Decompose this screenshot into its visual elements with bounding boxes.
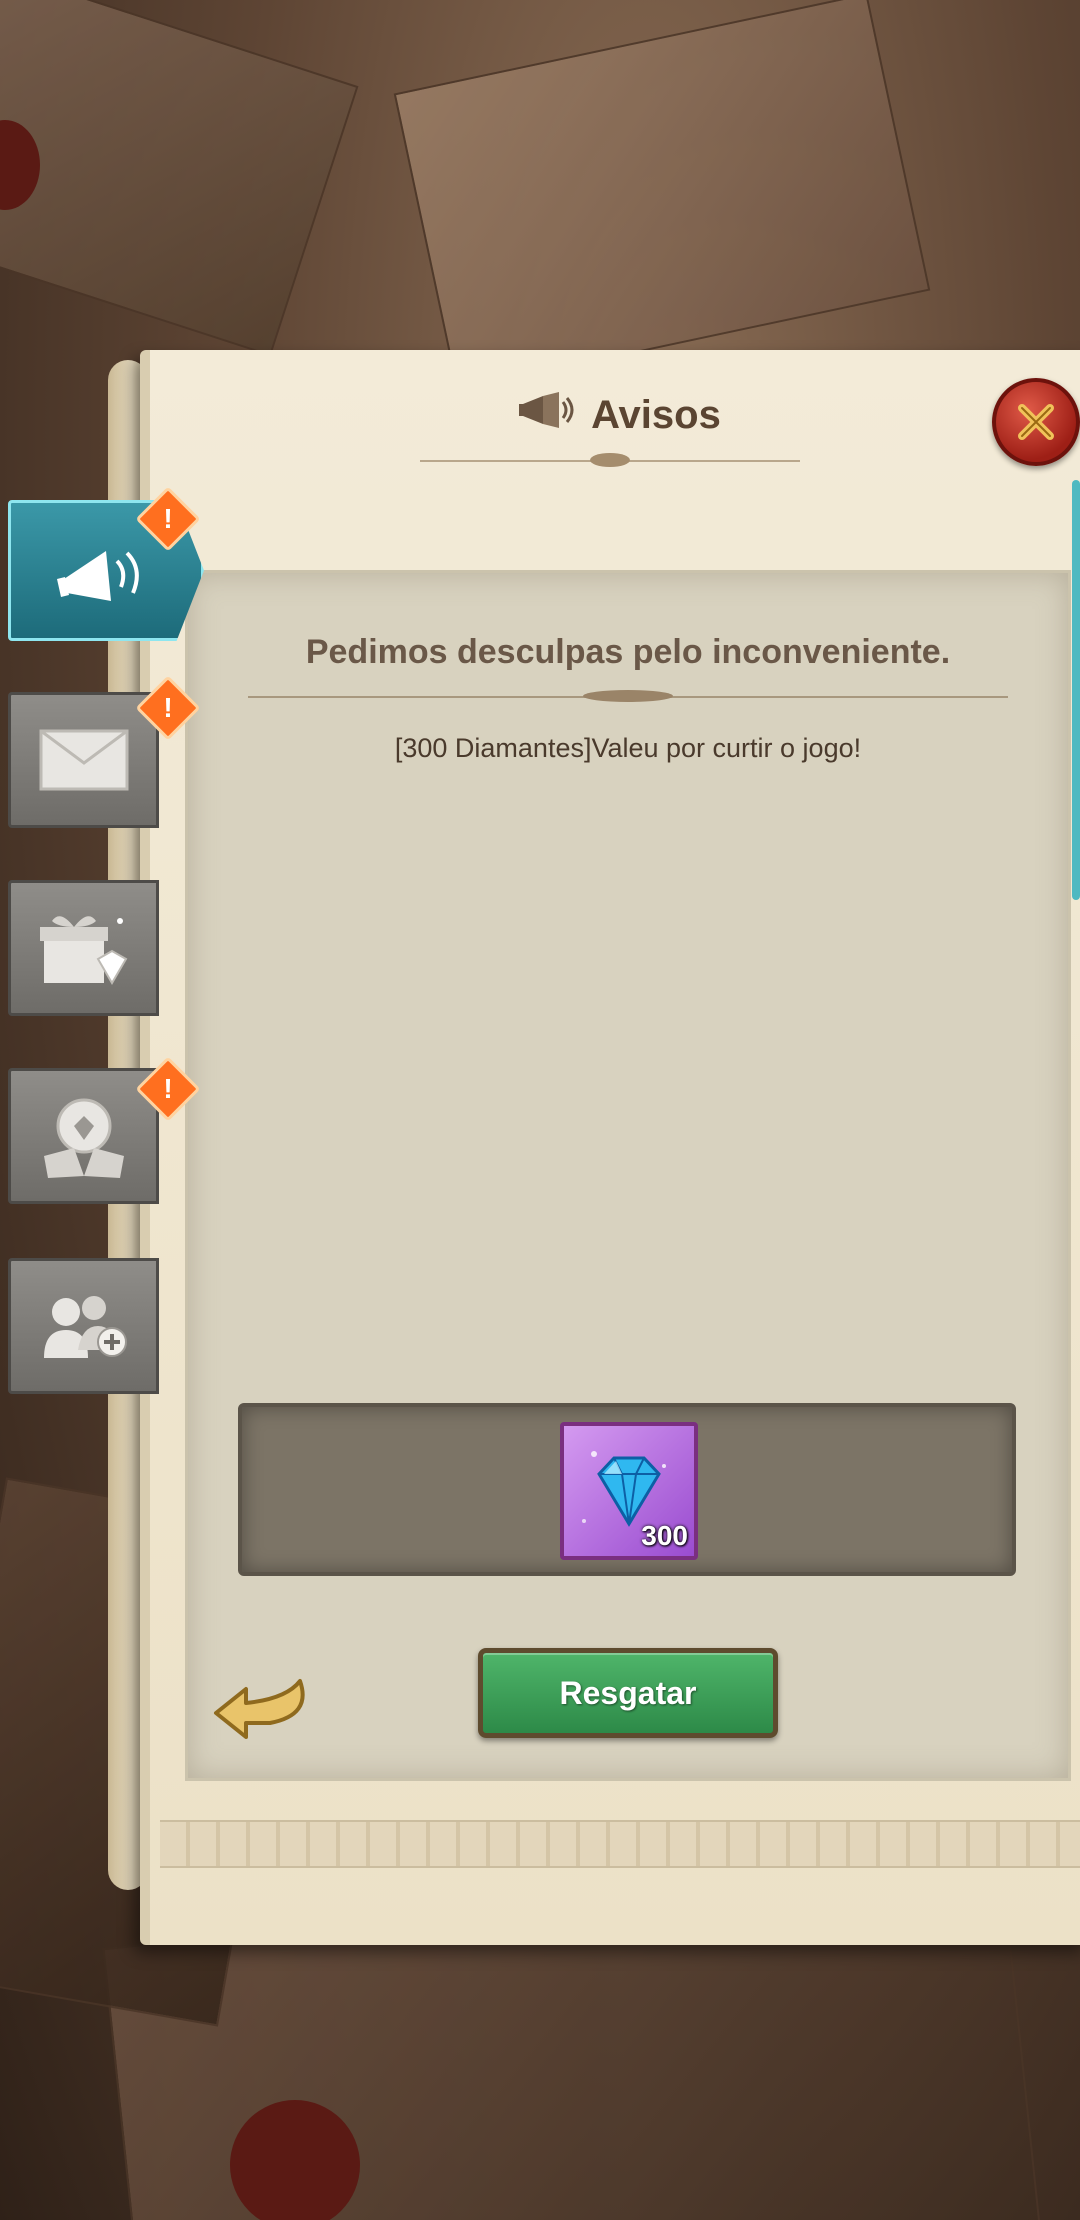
back-arrow-icon xyxy=(214,1679,305,1739)
back-button[interactable] xyxy=(208,1663,318,1743)
add-friend-icon xyxy=(43,1296,127,1358)
tab-friends[interactable] xyxy=(8,1258,159,1394)
notice-content: Pedimos desculpas pelo inconveniente. [3… xyxy=(185,570,1071,1781)
megaphone-icon xyxy=(57,550,139,601)
envelope-icon xyxy=(39,729,128,791)
gift-box-icon xyxy=(39,916,127,985)
megaphone-icon xyxy=(519,390,575,440)
close-icon xyxy=(1018,404,1054,440)
close-button[interactable] xyxy=(992,378,1080,466)
heading-divider xyxy=(248,690,1008,702)
scrollbar[interactable] xyxy=(1072,480,1080,900)
reward-quantity: 300 xyxy=(641,1520,688,1551)
notice-body: [300 Diamantes]Valeu por curtir o jogo! xyxy=(394,733,862,763)
tab-gifts[interactable] xyxy=(8,880,159,1016)
notice-heading: Pedimos desculpas pelo inconveniente. xyxy=(305,633,951,671)
decorative-border xyxy=(160,1820,1080,1868)
notice-panel: Avisos Pedimos desculpas pelo inconvenie… xyxy=(140,350,1080,1945)
claim-button[interactable]: Resgatar xyxy=(478,1648,778,1738)
page-title: Avisos xyxy=(591,392,721,437)
title-divider xyxy=(420,453,800,467)
reward-strip: 300 xyxy=(238,1403,1016,1576)
page-title-group: Avisos xyxy=(519,390,721,440)
tab-mail[interactable] xyxy=(8,692,159,828)
reward-item[interactable]: 300 xyxy=(560,1422,698,1560)
trophy-hands-icon xyxy=(43,1098,124,1178)
